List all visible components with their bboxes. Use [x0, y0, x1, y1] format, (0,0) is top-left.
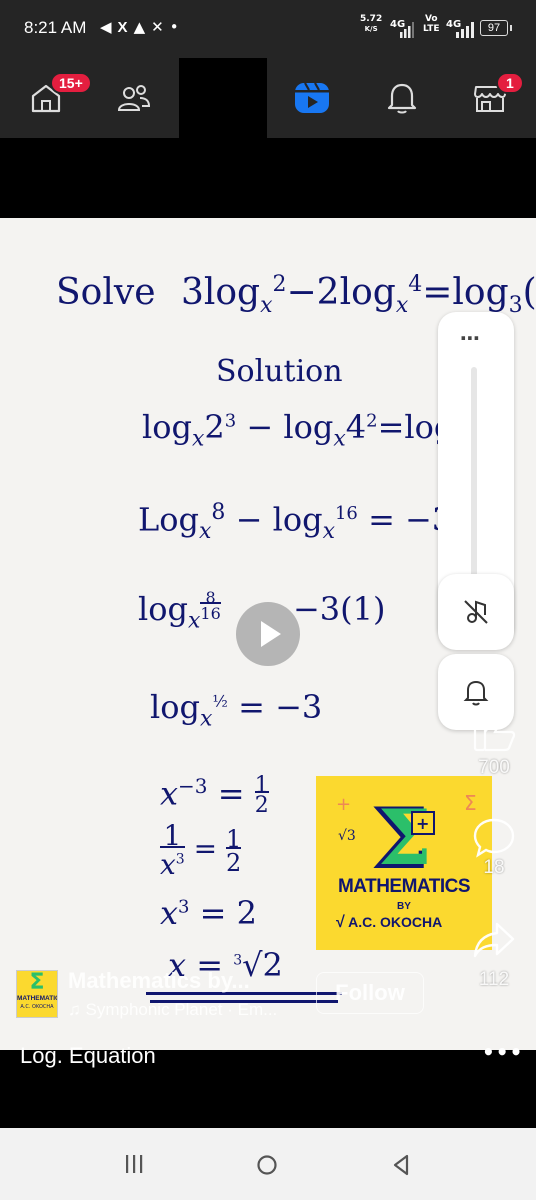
recent-apps-icon[interactable]: [124, 1155, 144, 1173]
logo-author: √ A.C. OKOCHA: [336, 914, 443, 931]
play-button[interactable]: [236, 602, 300, 666]
tab-home[interactable]: 15+: [10, 58, 92, 138]
mute-button[interactable]: [438, 574, 514, 650]
avatar-title: MATHEMATICS: [17, 995, 57, 1002]
net-speed-value: 5.72: [360, 14, 383, 24]
home-badge: 15+: [50, 72, 92, 94]
follow-button[interactable]: Follow: [316, 972, 424, 1014]
home-nav-icon[interactable]: [256, 1154, 278, 1176]
tab-video[interactable]: [276, 58, 348, 138]
svg-text:+: +: [336, 794, 351, 815]
top-nav: 15+ 1: [0, 58, 536, 138]
svg-text:√3: √3: [338, 828, 356, 844]
step-6: 1 x3 = 12: [160, 819, 242, 882]
share-action[interactable]: 112: [462, 920, 526, 991]
telegram-icon: ◀: [100, 18, 118, 36]
scroll-track[interactable]: [471, 367, 477, 607]
mute-icon: [464, 600, 488, 624]
step-7: x3 = 2: [160, 894, 258, 932]
video-icon: [295, 82, 329, 113]
avatar-sigma-icon: Σ: [29, 970, 45, 995]
signal-icon-2: [456, 22, 474, 38]
avatar-author: A.C. OKOCHA: [20, 1004, 54, 1010]
video-top-band: [0, 138, 536, 218]
comment-count: 18: [483, 857, 505, 878]
status-time: 8:21 AM: [24, 18, 87, 37]
author-name[interactable]: Mathematics by...: [68, 968, 250, 994]
friends-icon: [117, 85, 151, 111]
notification-icon: ▲: [133, 18, 152, 36]
svg-text:+: +: [416, 814, 429, 833]
like-count: 700: [478, 757, 510, 778]
tab-notifications[interactable]: [366, 58, 438, 138]
marketplace-badge: 1: [496, 72, 524, 94]
missed-call-icon: ✕: [151, 18, 170, 36]
status-left-icons: ◀X▲✕•: [100, 18, 185, 36]
problem-expression: 3log: [180, 272, 261, 313]
tab-friends[interactable]: [98, 58, 170, 138]
solution-heading: Solution: [216, 354, 343, 389]
like-action[interactable]: 700: [462, 718, 526, 779]
svg-text:Σ: Σ: [464, 791, 477, 815]
share-icon: [473, 922, 515, 958]
notifications-icon: [387, 83, 417, 114]
battery-icon: 97: [480, 20, 512, 36]
music-note-icon: ♫: [68, 1000, 81, 1019]
avatar[interactable]: Σ MATHEMATICS A.C. OKOCHA: [16, 970, 58, 1018]
volte-label: Vo LTE: [423, 14, 440, 34]
post-caption[interactable]: Log. Equation: [20, 1043, 156, 1069]
like-icon: [473, 719, 516, 752]
tab-video-spacer: [179, 58, 267, 138]
system-nav-bar: [0, 1128, 536, 1200]
bell-icon: [463, 680, 489, 706]
comment-icon: [473, 818, 515, 858]
post-more-icon[interactable]: •••: [482, 1040, 523, 1064]
x-icon: X: [117, 19, 134, 36]
logo-author-text: A.C. OKOCHA: [348, 914, 443, 930]
tab-marketplace[interactable]: 1: [454, 58, 526, 138]
more-options-icon[interactable]: ⋯: [460, 326, 482, 350]
signal-icon: [400, 22, 414, 38]
video-player[interactable]: Solve 3logx2−2logx4=log3(127) Solution l…: [0, 218, 536, 1050]
comment-action[interactable]: 18: [462, 816, 526, 879]
solve-word: Solve: [56, 272, 156, 313]
status-bar: 8:21 AM ◀X▲✕• 5.72 K/S 4G Vo LTE 4G 97: [0, 0, 536, 58]
logo-title: MATHEMATICS: [337, 876, 471, 897]
share-count: 112: [478, 969, 510, 990]
volte-bottom: LTE: [423, 24, 440, 34]
music-title: Symphonic Planet · Em...: [85, 1000, 278, 1019]
back-nav-icon[interactable]: [392, 1154, 410, 1176]
net-speed: 5.72 K/S: [360, 14, 382, 34]
music-info[interactable]: ♫ Symphonic Planet · Em...: [68, 1000, 277, 1020]
step-5: x−3 = 12: [160, 773, 269, 819]
volte-top: Vo: [424, 14, 438, 24]
step-4: logx½ = −3: [150, 688, 323, 732]
logo-by: BY: [397, 901, 411, 912]
net-speed-unit: K/S: [364, 25, 378, 33]
dot-icon: •: [169, 18, 185, 36]
